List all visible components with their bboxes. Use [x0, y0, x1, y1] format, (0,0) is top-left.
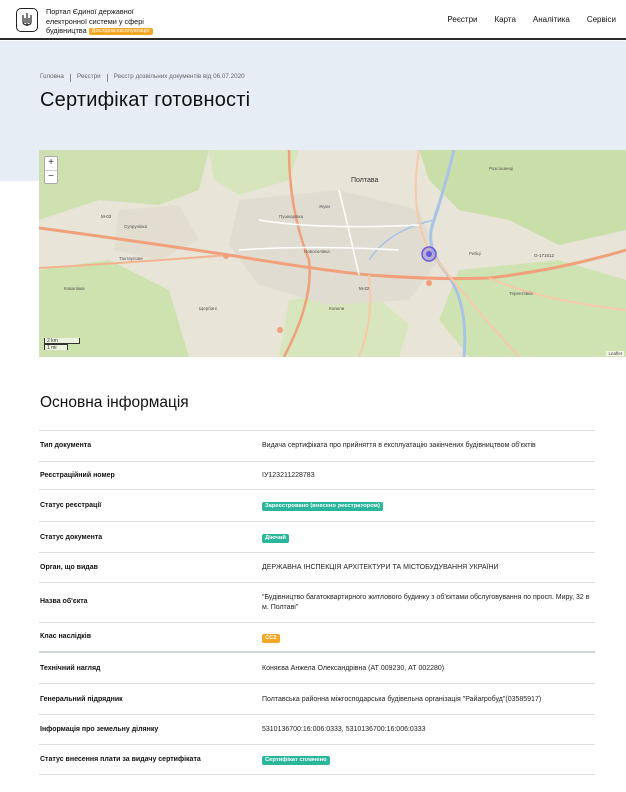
row-value-general-contractor: Полтавська районна міжгосподарська будів… — [262, 696, 542, 703]
row-label-payment-status: Статус внесення плати за видачу сертифік… — [40, 756, 201, 763]
map-zoom-control: + − — [44, 156, 58, 184]
breadcrumb-separator — [106, 74, 108, 82]
table-row: Статус внесення плати за видачу сертифік… — [39, 744, 595, 775]
table-row: Генеральний підрядник Полтавська районна… — [39, 683, 595, 714]
row-label-general-contractor: Генеральний підрядник — [40, 696, 123, 703]
section-title: Основна інформація — [40, 394, 189, 411]
site-header: Портал Єдиної державної електронної сист… — [0, 0, 626, 40]
location-map[interactable]: Полтава Тахтаулове Супрунівка Пушкарівка… — [39, 150, 626, 357]
map-attribution[interactable]: Leaflet — [606, 351, 624, 356]
row-value-object-name: "Будівництво багатоквартирного житлового… — [262, 594, 590, 611]
svg-text:Тахтаулове: Тахтаулове — [119, 256, 143, 261]
svg-text:Пушкарівка: Пушкарівка — [279, 214, 304, 219]
row-label-reg-status: Статус реєстрації — [40, 502, 102, 509]
table-row: Клас наслідків СС2 — [39, 622, 595, 651]
row-value-issuer: ДЕРЖАВНА ІНСПЕКЦІЯ АРХІТЕКТУРИ ТА МІСТОБ… — [262, 564, 499, 571]
trident-icon[interactable] — [16, 8, 38, 32]
row-label-doc-status: Статус документа — [40, 534, 103, 541]
svg-text:Жуки: Жуки — [319, 204, 330, 209]
svg-text:Ковалівка: Ковалівка — [64, 286, 85, 291]
table-row: Статус документа Діючий — [39, 521, 595, 552]
table-row: Назва об'єкта "Будівництво багатоквартир… — [39, 582, 595, 622]
row-value-land-plot: 5310136700:16:006:0333, 5310136700:16:00… — [262, 726, 426, 733]
row-label-doc-type: Тип документа — [40, 442, 92, 449]
svg-text:Новоселівка: Новоселівка — [304, 249, 330, 254]
status-badge: Сертифікат сплачено — [262, 756, 330, 765]
beta-badge: Дослідна експлуатація — [88, 28, 153, 35]
breadcrumb-registries[interactable]: Реєстри — [77, 73, 101, 80]
svg-text:Полтава: Полтава — [351, 177, 379, 184]
nav-registries[interactable]: Реєстри — [447, 15, 477, 24]
nav-services[interactable]: Сервіси — [587, 15, 616, 24]
map-tiles: Полтава Тахтаулове Супрунівка Пушкарівка… — [39, 150, 626, 357]
breadcrumb-separator — [69, 74, 71, 82]
status-badge: Діючий — [262, 534, 289, 543]
map-scale: 2 km 1 mi — [44, 338, 80, 351]
breadcrumb-home[interactable]: Головна — [40, 73, 64, 80]
row-value-tech-supervision: Коняєва Анжела Олександрівна (АТ 009230,… — [262, 665, 445, 672]
nav-analytics[interactable]: Аналітика — [533, 15, 570, 24]
row-label-consequence-class: Клас наслідків — [40, 633, 92, 640]
svg-text:O-171612: O-171612 — [534, 253, 555, 258]
row-label-tech-supervision: Технічний нагляд — [40, 665, 101, 672]
svg-text:M-22: M-22 — [359, 286, 370, 291]
row-value-doc-status: Діючий — [262, 533, 592, 543]
row-label-reg-number: Реєстраційний номер — [40, 472, 115, 479]
main-nav: Реєстри Карта Аналітика Сервіси — [430, 15, 616, 24]
brand-line-1: Портал Єдиної державної — [46, 7, 134, 16]
table-row: Технічний нагляд Коняєва Анжела Олександ… — [39, 651, 595, 683]
svg-text:Рибці: Рибці — [469, 251, 481, 256]
row-value-payment-status: Сертифікат сплачено — [262, 755, 592, 765]
svg-text:Розсошенці: Розсошенці — [489, 166, 513, 171]
breadcrumb: Головна Реєстри Реєстр дозвільних докуме… — [40, 72, 245, 82]
class-badge: СС2 — [262, 634, 280, 643]
row-value-consequence-class: СС2 — [262, 633, 592, 643]
page-title: Сертифікат готовності — [40, 89, 251, 111]
row-label-object-name: Назва об'єкта — [40, 598, 88, 605]
trident-icon-graphic — [22, 13, 32, 26]
zoom-in-button[interactable]: + — [45, 157, 57, 170]
table-row: Тип документа Видача сертифіката про при… — [39, 430, 595, 461]
svg-text:Терентіївка: Терентіївка — [509, 291, 533, 296]
table-row: Реєстраційний номер ІУ123211228783 — [39, 461, 595, 489]
breadcrumb-current: Реєстр дозвільних документів від 06.07.2… — [113, 72, 245, 80]
row-label-issuer: Орган, що видав — [40, 564, 98, 571]
row-label-land-plot: Інформація про земельну ділянку — [40, 726, 159, 733]
row-value-reg-status: Зареєстровано (внесено реєстратором) — [262, 501, 592, 511]
status-badge: Зареєстровано (внесено реєстратором) — [262, 502, 383, 511]
brand-line-3: будівництва — [46, 26, 87, 35]
table-row: Статус реєстрації Зареєстровано (внесено… — [39, 489, 595, 521]
brand-line-2: електронної системи у сфері — [46, 16, 144, 26]
row-value-doc-type: Видача сертифіката про прийняття в експл… — [262, 442, 536, 449]
nav-map[interactable]: Карта — [495, 15, 516, 24]
svg-text:Щербані: Щербані — [199, 306, 217, 311]
table-row: Орган, що видав ДЕРЖАВНА ІНСПЕКЦІЯ АРХІТ… — [39, 552, 595, 582]
portal-brand[interactable]: Портал Єдиної державної електронної сист… — [46, 7, 196, 36]
svg-text:Копили: Копили — [329, 306, 345, 311]
table-row: Інформація про земельну ділянку 53101367… — [39, 714, 595, 744]
zoom-out-button[interactable]: − — [45, 170, 57, 183]
svg-text:M-03: M-03 — [101, 214, 112, 219]
svg-text:Супрунівка: Супрунівка — [124, 224, 148, 229]
scale-mi: 1 mi — [44, 344, 68, 351]
row-value-reg-number: ІУ123211228783 — [262, 472, 315, 479]
